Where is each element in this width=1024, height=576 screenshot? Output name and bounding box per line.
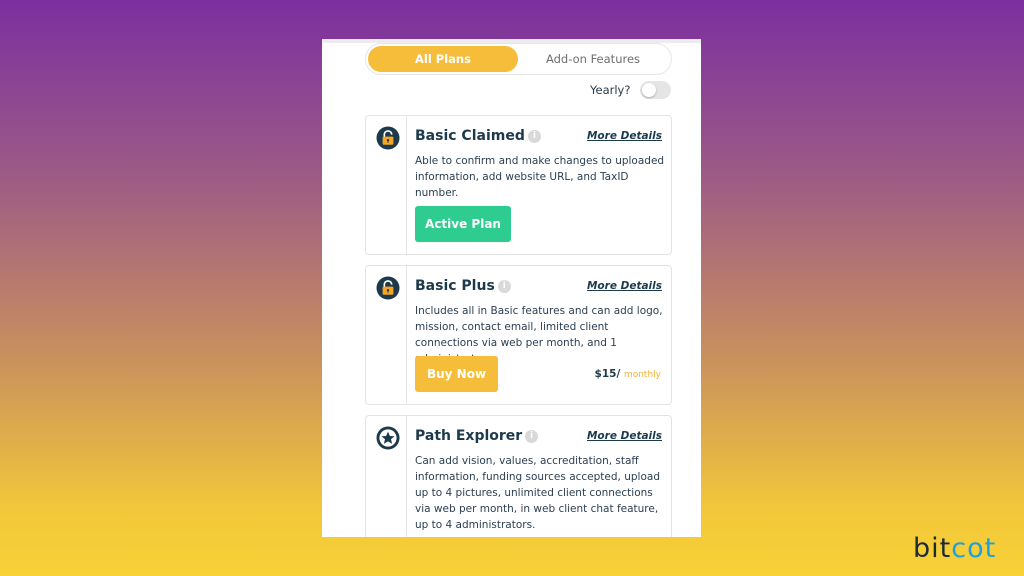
plan-title: Path Explorer i (415, 428, 539, 444)
brand-logo-part2: cot (951, 533, 997, 564)
brand-logo-part1: bit (913, 533, 952, 564)
active-plan-button[interactable]: Active Plan (415, 206, 511, 242)
info-icon[interactable]: i (527, 129, 541, 143)
plan-card-path-explorer: Path Explorer i More Details Can add visi… (365, 415, 672, 537)
pricing-screen: All Plans Add-on Features Yearly? Basic … (322, 39, 701, 537)
price-period: monthly (623, 370, 661, 380)
plan-name: Basic Claimed (415, 128, 525, 144)
padlock-icon (376, 126, 400, 150)
price-amount: $15/ (594, 368, 621, 380)
tab-all-plans[interactable]: All Plans (368, 46, 518, 72)
info-icon[interactable]: i (497, 279, 511, 293)
buy-now-button[interactable]: Buy Now (415, 356, 498, 392)
plan-description: Able to confirm and make changes to uplo… (415, 155, 665, 199)
plan-card-basic-plus: Basic Plus i More Details Includes all in… (365, 265, 672, 405)
plan-description: Can add vision, values, accreditation, s… (415, 455, 660, 531)
yearly-label: Yearly? (590, 83, 631, 97)
info-icon[interactable]: i (525, 429, 539, 443)
plan-card-basic-claimed: Basic Claimed i More Details Able to conf… (365, 115, 672, 255)
tab-add-on-features[interactable]: Add-on Features (518, 46, 668, 72)
plan-tabs: All Plans Add-on Features (365, 43, 672, 75)
brand-logo: bitcot (913, 533, 996, 564)
toggle-knob (642, 83, 656, 97)
card-divider (406, 266, 407, 404)
plan-name: Path Explorer (415, 428, 523, 444)
plan-title: Basic Claimed i (415, 128, 541, 144)
plan-price: $15/ monthly (595, 368, 661, 380)
more-details-link[interactable]: More Details (587, 430, 662, 442)
card-divider (406, 116, 407, 254)
more-details-link[interactable]: More Details (587, 280, 662, 292)
plan-name: Basic Plus (415, 278, 495, 294)
card-divider (406, 416, 407, 537)
yearly-toggle[interactable] (640, 81, 671, 99)
plan-title: Basic Plus i (415, 278, 511, 294)
more-details-link[interactable]: More Details (587, 130, 662, 142)
padlock-icon (376, 276, 400, 300)
star-badge-icon (376, 426, 400, 450)
